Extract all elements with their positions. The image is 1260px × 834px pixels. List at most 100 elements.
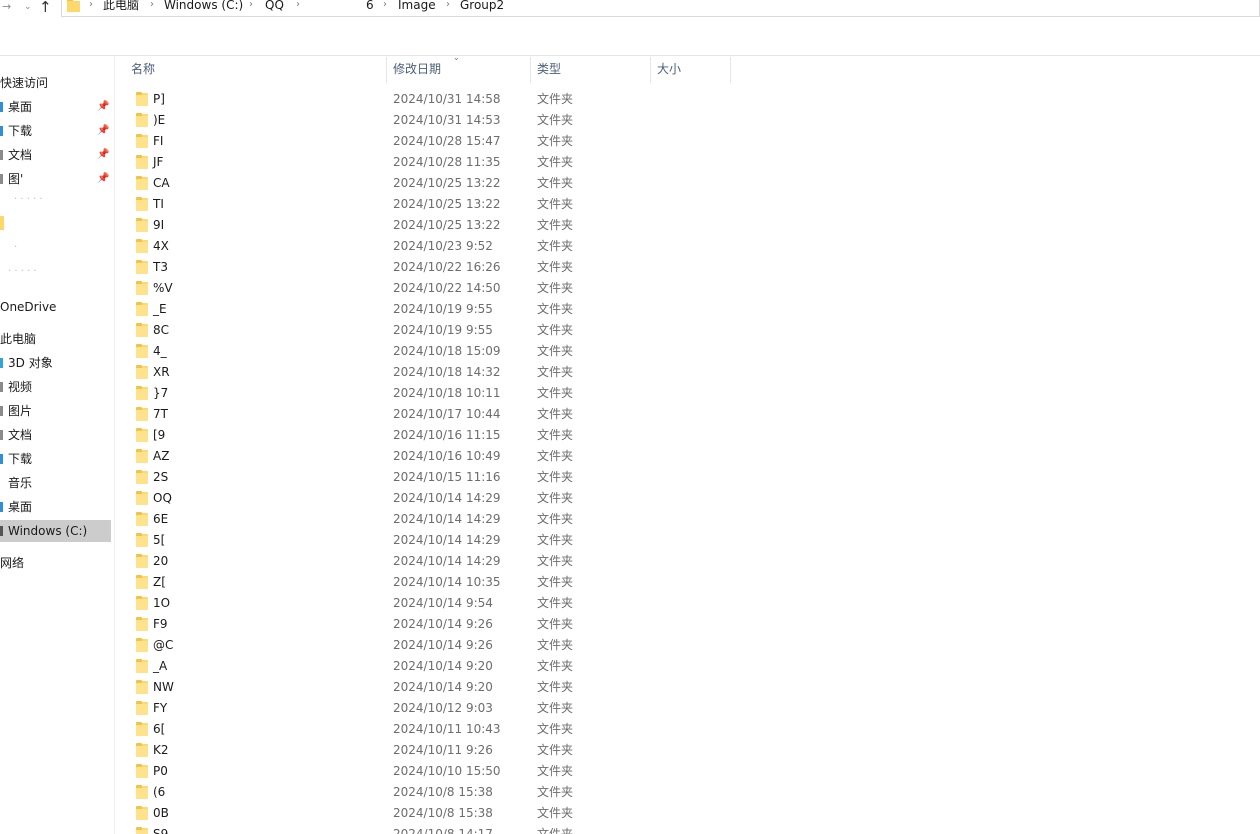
file-row[interactable]: 9I 2024/10/25 13:22 文件夹: [115, 215, 1260, 236]
breadcrumb-account[interactable]: 6: [366, 0, 374, 12]
folder-icon: [136, 743, 148, 757]
file-name: Z[: [153, 575, 166, 589]
file-type: 文件夹: [537, 554, 574, 568]
file-row[interactable]: _E 2024/10/19 9:55 文件夹: [115, 299, 1260, 320]
nav-item-label: 下载: [8, 452, 33, 466]
desktop-icon: [0, 502, 3, 512]
nav-documents[interactable]: 文档: [0, 424, 111, 446]
history-chevron-down-icon[interactable]: ⌄: [24, 0, 32, 16]
file-row[interactable]: FY 2024/10/12 9:03 文件夹: [115, 698, 1260, 719]
file-row[interactable]: S9 2024/10/8 14:17 文件夹: [115, 824, 1260, 834]
file-row[interactable]: 20 2024/10/14 14:29 文件夹: [115, 551, 1260, 572]
breadcrumb-group2[interactable]: Group2: [460, 0, 504, 12]
nav-music[interactable]: 音乐: [0, 472, 111, 494]
nav-onedrive[interactable]: OneDrive: [0, 296, 111, 318]
file-modified-date: 2024/10/25 13:22: [393, 218, 501, 232]
nav-videos[interactable]: 视频: [0, 376, 111, 398]
file-row[interactable]: (6 2024/10/8 15:38 文件夹: [115, 782, 1260, 803]
file-row[interactable]: OQ 2024/10/14 14:29 文件夹: [115, 488, 1260, 509]
file-name: 20: [153, 554, 169, 568]
up-arrow-icon[interactable]: ↑: [39, 0, 52, 16]
file-row[interactable]: AZ 2024/10/16 10:49 文件夹: [115, 446, 1260, 467]
breadcrumb-qq[interactable]: QQ: [265, 0, 284, 12]
nav-3d-objects[interactable]: 3D 对象: [0, 352, 111, 374]
file-modified-date: 2024/10/19 9:55: [393, 323, 493, 337]
file-row[interactable]: %V 2024/10/22 14:50 文件夹: [115, 278, 1260, 299]
pin-icon: 📌: [97, 101, 110, 112]
file-row[interactable]: NW 2024/10/14 9:20 文件夹: [115, 677, 1260, 698]
file-row[interactable]: Z[2024/10/14 10:35 文件夹: [115, 572, 1260, 593]
file-row[interactable]: P] 2024/10/31 14:58 文件夹: [115, 89, 1260, 110]
address-input[interactable]: › 此电脑 › Windows (C:) › QQ › 6 › Image › …: [61, 0, 1260, 17]
file-row[interactable]: TI 2024/10/25 13:22 文件夹: [115, 194, 1260, 215]
redacted-nav-item[interactable]: ·: [14, 242, 17, 253]
nav-network[interactable]: 网络: [0, 552, 111, 574]
file-name: _A: [153, 659, 168, 673]
file-row[interactable]: P0 2024/10/10 15:50 文件夹: [115, 761, 1260, 782]
nav-item-label: 桌面: [8, 500, 33, 514]
folder-icon: [136, 428, 148, 442]
redacted-nav-item[interactable]: · · · · ·: [14, 194, 43, 205]
folder-icon: [136, 575, 148, 589]
file-modified-date: 2024/10/14 9:20: [393, 680, 493, 694]
nav-quick-documents[interactable]: 文档 📌: [0, 144, 111, 166]
folder-icon: [136, 722, 148, 736]
file-row[interactable]: K2 2024/10/11 9:26 文件夹: [115, 740, 1260, 761]
file-row[interactable]: 6[2024/10/11 10:43 文件夹: [115, 719, 1260, 740]
file-row[interactable]: 7T 2024/10/17 10:44 文件夹: [115, 404, 1260, 425]
folder-icon: [136, 323, 148, 337]
forward-arrow-icon[interactable]: →: [2, 0, 11, 16]
file-row[interactable]: 6E 2024/10/14 14:29 文件夹: [115, 509, 1260, 530]
file-modified-date: 2024/10/10 15:50: [393, 764, 501, 778]
file-row[interactable]: 0B 2024/10/8 15:38 文件夹: [115, 803, 1260, 824]
file-row[interactable]: 4_ 2024/10/18 15:09 文件夹: [115, 341, 1260, 362]
file-row[interactable]: JF 2024/10/28 11:35 文件夹: [115, 152, 1260, 173]
nav-windows-c-drive[interactable]: Windows (C:): [0, 520, 111, 542]
breadcrumb-this-pc[interactable]: 此电脑: [103, 0, 139, 12]
nav-quick-downloads[interactable]: 下载 📌: [0, 120, 111, 142]
file-name: 6[: [153, 722, 166, 736]
file-row[interactable]: [9 2024/10/16 11:15 文件夹: [115, 425, 1260, 446]
column-header-type[interactable]: 类型: [531, 57, 650, 82]
nav-pictures[interactable]: 图片: [0, 400, 111, 422]
nav-desktop[interactable]: 桌面: [0, 496, 111, 518]
nav-quick-access[interactable]: 快速访问: [0, 72, 111, 94]
file-row[interactable]: F9 2024/10/14 9:26 文件夹: [115, 614, 1260, 635]
breadcrumb-image[interactable]: Image: [398, 0, 436, 12]
file-modified-date: 2024/10/8 15:38: [393, 806, 493, 820]
file-type: 文件夹: [537, 785, 574, 799]
file-row[interactable]: 1O 2024/10/14 9:54 文件夹: [115, 593, 1260, 614]
file-row[interactable]: FI 2024/10/28 15:47 文件夹: [115, 131, 1260, 152]
file-modified-date: 2024/10/14 9:26: [393, 638, 493, 652]
file-type: 文件夹: [537, 659, 574, 673]
breadcrumb-windows-c[interactable]: Windows (C:): [164, 0, 243, 12]
file-row[interactable]: 8C 2024/10/19 9:55 文件夹: [115, 320, 1260, 341]
file-modified-date: 2024/10/14 14:29: [393, 554, 501, 568]
file-row[interactable]: 2S 2024/10/15 11:16 文件夹: [115, 467, 1260, 488]
file-row[interactable]: CA 2024/10/25 13:22 文件夹: [115, 173, 1260, 194]
nav-downloads[interactable]: 下载: [0, 448, 111, 470]
file-name: 8C: [153, 323, 170, 337]
file-row[interactable]: @C 2024/10/14 9:26 文件夹: [115, 635, 1260, 656]
nav-quick-pictures[interactable]: 图' 📌: [0, 168, 111, 190]
folder-icon: [136, 407, 148, 421]
redacted-nav-item[interactable]: · · · · ·: [8, 266, 37, 277]
file-row[interactable]: T3 2024/10/22 16:26 文件夹: [115, 257, 1260, 278]
file-modified-date: 2024/10/23 9:52: [393, 239, 493, 253]
column-header-size[interactable]: 大小: [651, 57, 731, 82]
column-header-name[interactable]: 名称: [125, 57, 386, 82]
file-modified-date: 2024/10/16 10:49: [393, 449, 501, 463]
nav-quick-desktop[interactable]: 桌面 📌: [0, 96, 111, 118]
nav-this-pc[interactable]: 此电脑: [0, 328, 111, 350]
breadcrumb-separator-icon: ›: [296, 0, 300, 10]
file-row[interactable]: 5[2024/10/14 14:29 文件夹: [115, 530, 1260, 551]
file-row[interactable]: }7 2024/10/18 10:11 文件夹: [115, 383, 1260, 404]
file-row[interactable]: 4X 2024/10/23 9:52 文件夹: [115, 236, 1260, 257]
column-resize-handle[interactable]: [730, 57, 731, 83]
file-row[interactable]: XR 2024/10/18 14:32 文件夹: [115, 362, 1260, 383]
file-row[interactable]: )E 2024/10/31 14:53 文件夹: [115, 110, 1260, 131]
file-row[interactable]: _A 2024/10/14 9:20 文件夹: [115, 656, 1260, 677]
file-modified-date: 2024/10/14 9:54: [393, 596, 493, 610]
file-name: FI: [153, 134, 164, 148]
file-name: F9: [153, 617, 168, 631]
